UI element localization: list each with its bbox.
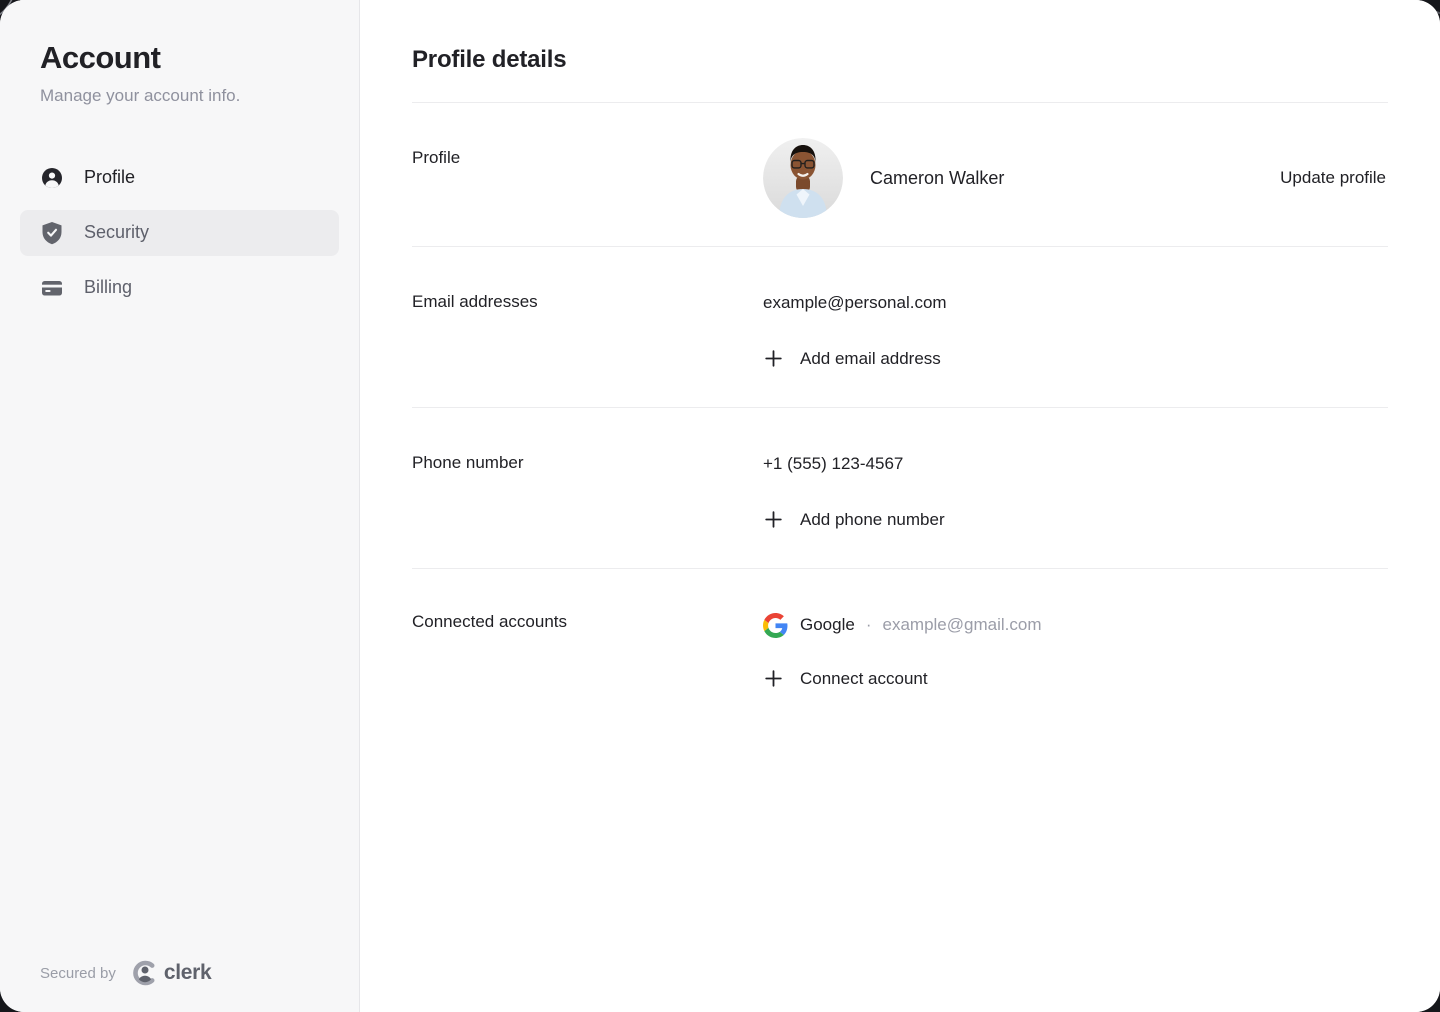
secured-by-label: Secured by: [40, 965, 116, 982]
plus-icon: [763, 509, 784, 530]
email-section-label: Email addresses: [412, 292, 763, 369]
provider-name: Google: [800, 612, 855, 638]
add-email-label: Add email address: [800, 349, 941, 369]
page-title: Account: [40, 40, 319, 76]
plus-icon: [763, 348, 784, 369]
sidebar-header: Account Manage your account info.: [0, 40, 359, 107]
connected-section-content: Google · example@gmail.com Connect accou…: [763, 612, 1388, 689]
user-circle-icon: [40, 166, 64, 190]
page-background: Account Manage your account info.: [0, 0, 1440, 1012]
connect-account-label: Connect account: [800, 669, 928, 689]
sidebar-item-security[interactable]: Security: [20, 210, 339, 256]
email-value: example@personal.com: [763, 292, 1388, 313]
google-icon: [763, 613, 788, 638]
plus-icon: [763, 668, 784, 689]
connected-account-row: Google · example@gmail.com: [763, 612, 1388, 638]
sidebar: Account Manage your account info.: [0, 0, 360, 1012]
update-profile-button[interactable]: Update profile: [1278, 162, 1388, 194]
clerk-wordmark: clerk: [164, 961, 212, 985]
profile-line: Cameron Walker Update profile: [763, 138, 1388, 218]
page-subtitle: Manage your account info.: [40, 85, 319, 107]
credit-card-icon: [40, 276, 64, 300]
email-section: Email addresses example@personal.com Add…: [412, 247, 1388, 408]
profile-section-content: Cameron Walker Update profile: [763, 138, 1388, 218]
connect-account-button[interactable]: Connect account: [763, 668, 928, 689]
sidebar-item-label: Security: [84, 222, 149, 243]
sidebar-item-label: Profile: [84, 167, 135, 188]
add-email-button[interactable]: Add email address: [763, 348, 941, 369]
avatar: [763, 138, 843, 218]
main-title: Profile details: [412, 46, 1388, 74]
clerk-brand-link[interactable]: clerk: [132, 960, 212, 986]
profile-section: Profile: [412, 103, 1388, 247]
sidebar-item-billing[interactable]: Billing: [20, 265, 339, 311]
add-phone-label: Add phone number: [800, 510, 945, 530]
account-card: Account Manage your account info.: [0, 0, 1440, 1012]
main-panel: Profile details Profile: [360, 0, 1440, 1012]
sidebar-footer: Secured by clerk: [40, 960, 211, 986]
email-section-content: example@personal.com Add email address: [763, 292, 1388, 369]
phone-section-label: Phone number: [412, 453, 763, 530]
connected-section-label: Connected accounts: [412, 612, 763, 689]
phone-value: +1 (555) 123-4567: [763, 453, 1388, 474]
connected-accounts-section: Connected accounts Google ·: [412, 569, 1388, 749]
sidebar-item-profile[interactable]: Profile: [20, 155, 339, 201]
phone-section-content: +1 (555) 123-4567 Add phone number: [763, 453, 1388, 530]
provider-separator: ·: [866, 612, 872, 638]
shield-check-icon: [40, 221, 64, 245]
provider-email: example@gmail.com: [883, 612, 1042, 638]
add-phone-button[interactable]: Add phone number: [763, 509, 945, 530]
profile-section-label: Profile: [412, 138, 763, 218]
clerk-logo-icon: [132, 960, 158, 986]
sidebar-item-label: Billing: [84, 277, 132, 298]
sidebar-nav: Profile Security: [20, 155, 339, 311]
phone-section: Phone number +1 (555) 123-4567 Add phone…: [412, 408, 1388, 569]
user-name: Cameron Walker: [870, 168, 1004, 189]
